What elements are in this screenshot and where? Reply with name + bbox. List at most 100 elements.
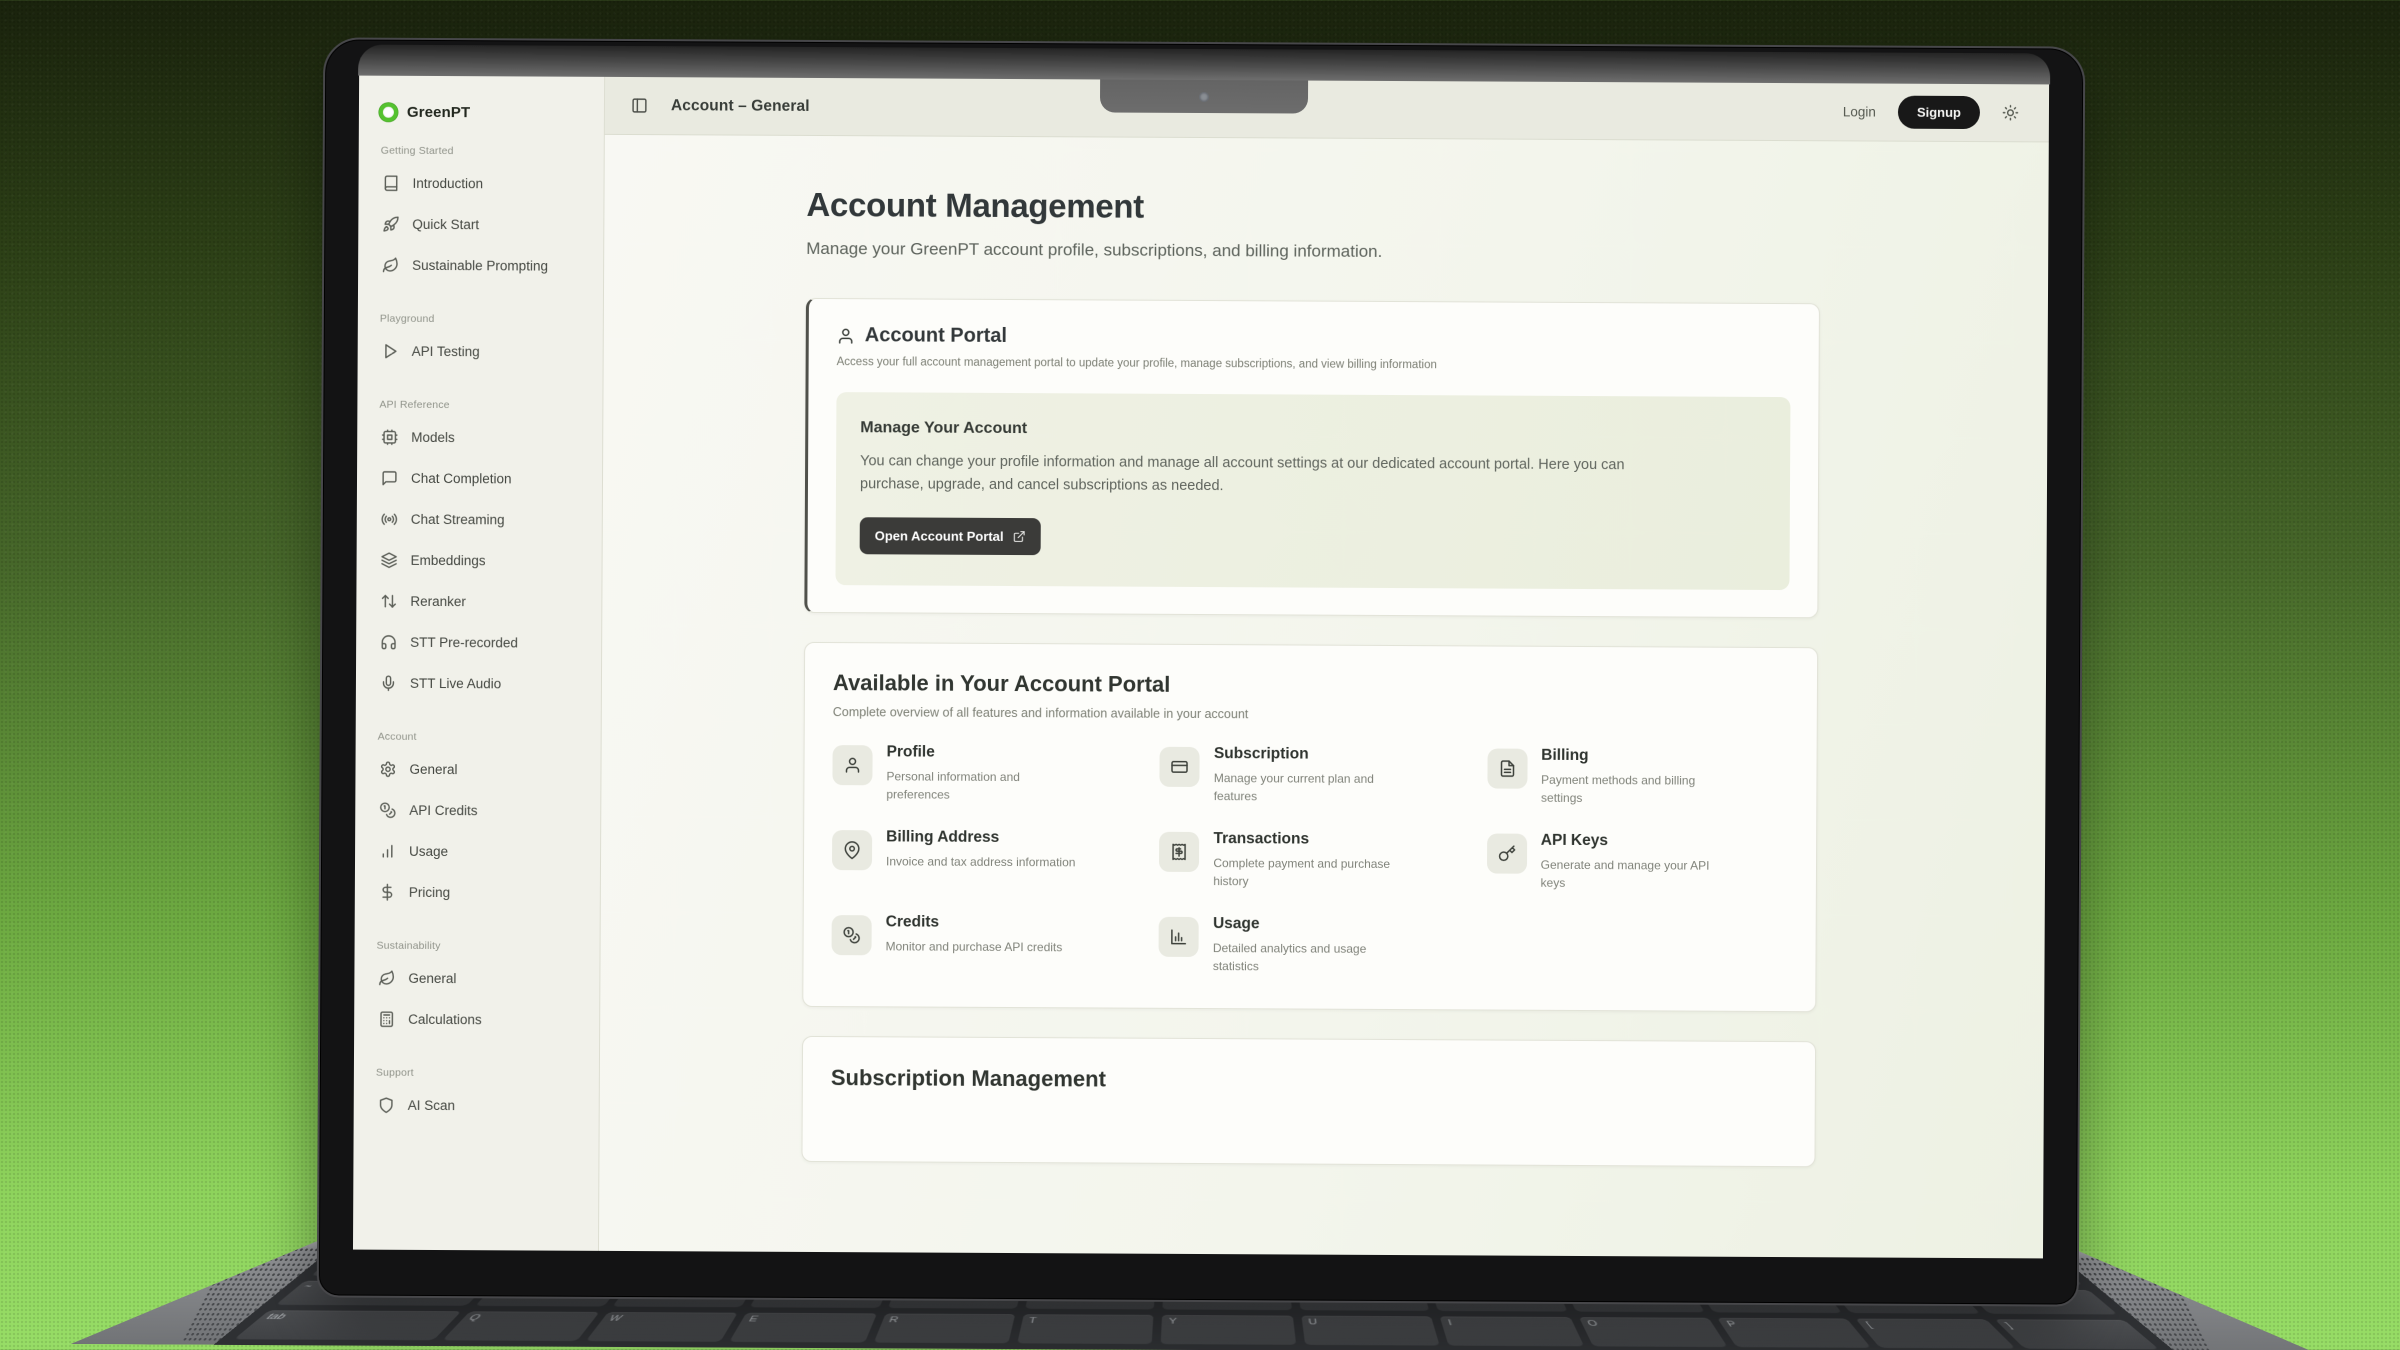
sidebar-item-ai-scan[interactable]: AI Scan: [374, 1085, 581, 1127]
sidebar-item-chat-streaming[interactable]: Chat Streaming: [377, 499, 584, 541]
play-icon: [382, 343, 399, 360]
user-icon: [843, 757, 861, 775]
feature-description: Invoice and tax address information: [886, 853, 1076, 872]
sidebar-item-sustainable-prompting[interactable]: Sustainable Prompting: [378, 245, 585, 287]
sidebar-item-usage[interactable]: Usage: [375, 831, 582, 873]
signup-button[interactable]: Signup: [1898, 96, 1980, 129]
sidebar-item-label: Chat Completion: [411, 471, 512, 487]
content-scroll-area[interactable]: Account Management Manage your GreenPT a…: [599, 135, 2049, 1259]
sidebar-item-label: API Testing: [412, 344, 480, 359]
sidebar-item-calculations[interactable]: Calculations: [374, 999, 581, 1041]
feature-description: Monitor and purchase API credits: [886, 938, 1063, 957]
subscription-management-title: Subscription Management: [831, 1065, 1787, 1096]
sidebar-item-embeddings[interactable]: Embeddings: [376, 540, 583, 582]
keyboard-key-q: Q: [442, 1311, 600, 1341]
map-pin-icon: [843, 842, 861, 860]
sidebar-item-label: API Credits: [409, 803, 477, 818]
feature-title: Billing: [1541, 747, 1736, 766]
open-account-portal-label: Open Account Portal: [875, 529, 1004, 545]
features-grid: Profile Personal information and preferen…: [831, 745, 1788, 978]
keyboard-key-r: R: [873, 1314, 1015, 1344]
manage-account-panel: Manage Your Account You can change your …: [835, 392, 1790, 590]
logo-text: GreenPT: [407, 103, 470, 120]
feature-description: Generate and manage your API keys: [1541, 856, 1736, 893]
keyboard-key-tab: tab: [234, 1310, 461, 1340]
sidebar-section-label-support: Support: [376, 1067, 581, 1080]
sidebar-item-label: Models: [411, 430, 455, 445]
sidebar-section-label-sustainability: Sustainability: [377, 940, 582, 953]
sidebar-section-label-account: Account: [378, 731, 583, 744]
feature-item-transactions: TransactionsComplete payment and purchas…: [1159, 832, 1461, 892]
feature-description: Detailed analytics and usage statistics: [1213, 939, 1408, 976]
keyboard-key-: ]: [1994, 1319, 2159, 1349]
sidebar-item-quick-start[interactable]: Quick Start: [378, 204, 585, 246]
sidebar-item-stt-live-audio[interactable]: STT Live Audio: [376, 663, 583, 705]
sidebar-item-label: Introduction: [413, 176, 484, 191]
feature-description: Complete payment and purchase history: [1213, 854, 1408, 891]
feature-title: Subscription: [1214, 745, 1409, 764]
coins-icon: [379, 802, 396, 819]
keyboard-key-o: O: [1578, 1317, 1727, 1347]
feature-description: Personal information and preferences: [886, 768, 1081, 805]
features-title: Available in Your Account Portal: [833, 670, 1789, 701]
sidebar-item-label: AI Scan: [408, 1098, 455, 1113]
sidebar-section-label-api-reference: API Reference: [379, 399, 584, 412]
manage-account-title: Manage Your Account: [860, 419, 1766, 442]
sidebar-item-label: STT Live Audio: [410, 676, 501, 691]
sidebar-item-stt-pre-recorded[interactable]: STT Pre-recorded: [376, 622, 583, 664]
laptop-screen: GreenPT Getting StartedIntroductionQuick…: [317, 37, 2086, 1306]
logo[interactable]: GreenPT: [379, 96, 586, 129]
dollar-icon: [379, 884, 396, 901]
account-portal-description: Access your full account management port…: [837, 356, 1791, 373]
sidebar-toggle-icon[interactable]: [631, 97, 648, 114]
sidebar-item-label: STT Pre-recorded: [410, 635, 518, 651]
chart-column-icon: [1170, 928, 1188, 946]
feature-item-credits: CreditsMonitor and purchase API credits: [831, 915, 1133, 975]
headphones-icon: [380, 634, 397, 651]
feature-icon-tile: [1159, 917, 1199, 957]
keyboard-key-u: U: [1301, 1316, 1440, 1346]
sidebar-item-chat-completion[interactable]: Chat Completion: [377, 458, 584, 500]
leaf-icon: [378, 970, 395, 987]
keyboard-row: tabQWERTYUIOP[]: [234, 1310, 2159, 1349]
sidebar-item-general[interactable]: General: [374, 958, 581, 1000]
topbar: Account – General Login Signup: [605, 77, 2049, 143]
sidebar-item-introduction[interactable]: Introduction: [378, 163, 585, 205]
keyboard-key-w: W: [586, 1312, 738, 1342]
feature-icon-tile: [1487, 749, 1527, 789]
keyboard-key-: [: [1856, 1319, 2016, 1349]
sidebar-nav: Getting StartedIntroductionQuick StartSu…: [374, 145, 586, 1127]
sidebar-item-label: General: [409, 762, 457, 777]
open-account-portal-button[interactable]: Open Account Portal: [860, 518, 1041, 556]
sidebar-item-label: Embeddings: [411, 553, 486, 568]
feature-icon-tile: [832, 915, 872, 955]
sidebar-item-api-credits[interactable]: API Credits: [375, 790, 582, 832]
sidebar-item-pricing[interactable]: Pricing: [375, 872, 582, 914]
webcam-icon: [1199, 91, 1209, 101]
feature-description: Payment methods and billing settings: [1541, 771, 1736, 808]
sidebar-item-api-testing[interactable]: API Testing: [378, 331, 585, 373]
sun-icon[interactable]: [2002, 104, 2019, 121]
sidebar-item-reranker[interactable]: Reranker: [376, 581, 583, 623]
topbar-actions: Login Signup: [1843, 95, 2019, 129]
login-link[interactable]: Login: [1843, 104, 1876, 119]
greenpt-logo-icon: [379, 102, 398, 121]
feature-title: Usage: [1213, 915, 1408, 934]
user-icon: [837, 327, 855, 345]
feature-description: Manage your current plan and features: [1214, 769, 1409, 806]
layers-icon: [381, 552, 398, 569]
sidebar-item-label: Quick Start: [412, 217, 479, 232]
keyboard-key-t: T: [1017, 1314, 1154, 1344]
sidebar-item-general[interactable]: General: [375, 749, 582, 791]
feature-icon-tile: [832, 830, 872, 870]
feature-icon-tile: [1159, 832, 1199, 872]
sidebar-item-models[interactable]: Models: [377, 417, 584, 459]
coins-icon: [843, 927, 861, 945]
file-text-icon: [1498, 760, 1516, 778]
feature-item-profile: Profile Personal information and preferen…: [832, 745, 1134, 805]
page-breadcrumb-title: Account – General: [671, 97, 810, 116]
feature-title: API Keys: [1541, 832, 1736, 851]
account-portal-title: Account Portal: [865, 324, 1007, 348]
feature-item-billing-address: Billing AddressInvoice and tax address i…: [832, 830, 1134, 890]
feature-title: Profile: [887, 744, 1082, 763]
